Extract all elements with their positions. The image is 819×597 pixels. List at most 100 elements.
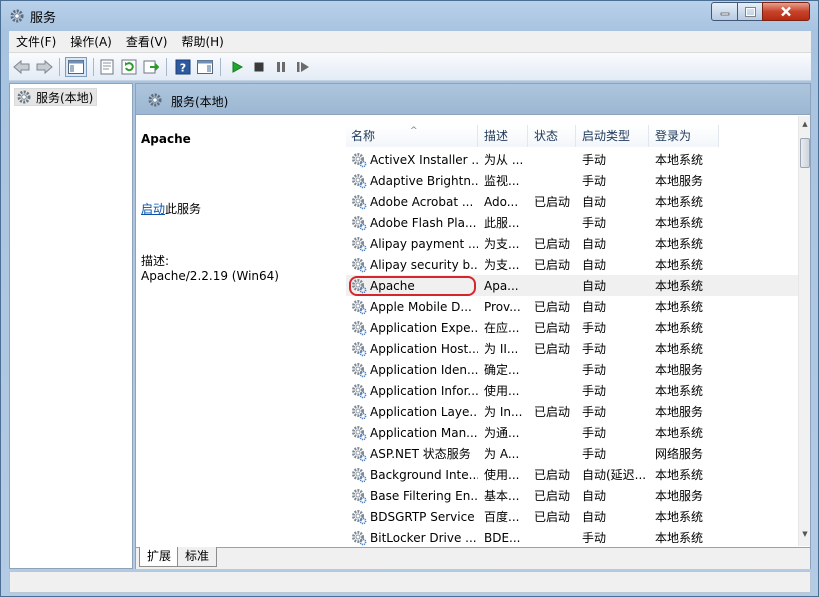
scroll-up-arrow-icon[interactable]: ▲ [799, 120, 810, 132]
service-status: 已启动 [534, 405, 571, 419]
maximize-button[interactable] [737, 2, 763, 21]
stop-service-icon [254, 62, 264, 72]
service-row[interactable]: Adobe Flash Pla... 此服... 手动 本地系统 [346, 212, 798, 233]
column-header-logon-as[interactable]: 登录为 [649, 125, 719, 147]
service-row[interactable]: BDSGRTP Service 百度... 已启动 自动 本地系统 [346, 506, 798, 527]
service-status: 已启动 [534, 300, 571, 314]
service-status: 已启动 [534, 258, 571, 272]
service-row[interactable]: ActiveX Installer ... 为从 ... 手动 本地系统 [346, 149, 798, 170]
scroll-down-arrow-icon[interactable]: ▼ [799, 530, 810, 542]
service-row[interactable]: Apache Apa... 自动 本地系统 [346, 275, 798, 296]
help-button[interactable]: ? [173, 57, 193, 77]
service-name: Application Expe... [370, 320, 478, 335]
service-row[interactable]: BitLocker Drive ... BDE... 手动 本地系统 [346, 527, 798, 546]
service-logon-as: 本地系统 [655, 342, 704, 356]
service-row[interactable]: Base Filtering En... 基本... 已启动 自动 本地服务 [346, 485, 798, 506]
service-gear-icon [352, 509, 367, 524]
show-hide-action-pane-button[interactable] [195, 57, 215, 77]
pane-title: 服务(本地) [171, 95, 229, 109]
service-row[interactable]: Application Host... 为 II... 已启动 手动 本地系统 [346, 338, 798, 359]
refresh-button[interactable] [119, 57, 139, 77]
service-row[interactable]: Application Man... 为通... 手动 本地系统 [346, 422, 798, 443]
service-gear-icon [352, 278, 367, 293]
column-header-description[interactable]: 描述 [478, 125, 528, 147]
service-name-cell: Adobe Acrobat ... [346, 194, 478, 210]
tree-node-services-local[interactable]: 服务(本地) [14, 88, 98, 106]
service-name-cell: Adaptive Brightn... [346, 173, 478, 189]
service-logon-as: 本地系统 [655, 384, 704, 398]
resume-service-button[interactable] [293, 57, 313, 77]
service-status: 已启动 [534, 342, 571, 356]
service-startup-type: 手动 [582, 384, 607, 398]
service-row[interactable]: Adaptive Brightn... 监视... 手动 本地服务 [346, 170, 798, 191]
service-logon-as: 本地系统 [655, 195, 704, 209]
service-description: 使用... [484, 468, 520, 482]
back-icon [13, 59, 30, 75]
title-bar[interactable]: 服务 [1, 1, 818, 31]
service-row[interactable]: ASP.NET 状态服务为 A... 手动 网络服务 [346, 443, 798, 464]
service-row[interactable]: Alipay payment ... 为支... 已启动 自动 本地系统 [346, 233, 798, 254]
service-description: 在应... [484, 321, 520, 335]
service-startup-type: 自动 [582, 510, 607, 524]
window-title: 服务 [30, 11, 57, 26]
service-startup-type: 手动 [582, 321, 607, 335]
tab-extended[interactable]: 扩展 [139, 547, 180, 567]
start-service-link[interactable]: 启动 [141, 202, 165, 216]
service-row[interactable]: Application Expe... 在应... 已启动 手动 本地系统 [346, 317, 798, 338]
scroll-thumb[interactable] [800, 138, 810, 168]
service-startup-type: 自动 [582, 258, 607, 272]
forward-button[interactable] [34, 57, 54, 77]
minimize-button[interactable] [711, 2, 738, 21]
view-tabs: 扩展 标准 [136, 547, 810, 569]
service-description: 百度... [484, 510, 520, 524]
menu-help[interactable]: 帮助(H) [174, 32, 230, 52]
column-header-startup-type[interactable]: 启动类型 [576, 125, 649, 147]
menu-view[interactable]: 查看(V) [119, 32, 175, 52]
service-startup-type: 自动 [582, 489, 607, 503]
service-logon-as: 本地系统 [655, 426, 704, 440]
export-list-button[interactable] [141, 57, 161, 77]
properties-button[interactable] [97, 57, 117, 77]
service-description: Prov... [484, 299, 521, 314]
close-button[interactable] [762, 2, 810, 21]
service-startup-type: 手动 [582, 342, 607, 356]
service-logon-as: 本地系统 [655, 300, 704, 314]
column-header-status[interactable]: 状态 [528, 125, 576, 147]
service-row[interactable]: Apple Mobile D... Prov... 已启动 自动 本地系统 [346, 296, 798, 317]
service-status: 已启动 [534, 321, 571, 335]
pause-service-button[interactable] [271, 57, 291, 77]
service-row[interactable]: Adobe Acrobat ... Ado... 已启动 自动 本地系统 [346, 191, 798, 212]
toolbar-separator [93, 58, 94, 76]
services-gear-icon [148, 93, 162, 107]
service-description: 为 II... [484, 342, 519, 356]
service-description: Ado... [484, 194, 519, 209]
menu-file[interactable]: 文件(F) [9, 32, 63, 52]
back-button[interactable] [12, 57, 32, 77]
service-description: 为通... [484, 426, 520, 440]
service-name-cell: Background Inte... [346, 467, 478, 483]
start-service-button[interactable] [227, 57, 247, 77]
list-header: ^ 名称 描述 状态 启动类型 登录为 [346, 125, 798, 147]
service-name-cell: ActiveX Installer ... [346, 152, 478, 168]
service-startup-type: 手动 [582, 216, 607, 230]
toolbar-separator [59, 58, 60, 76]
toolbar-separator [166, 58, 167, 76]
start-service-suffix: 此服务 [165, 202, 202, 216]
tab-standard[interactable]: 标准 [177, 547, 218, 567]
service-name: Application Laye... [370, 404, 478, 419]
service-row[interactable]: Application Iden... 确定... 手动 本地服务 [346, 359, 798, 380]
service-name-cell: BDSGRTP Service [346, 509, 478, 525]
service-row[interactable]: Application Infor... 使用... 手动 本地系统 [346, 380, 798, 401]
service-logon-as: 网络服务 [655, 447, 704, 461]
vertical-scrollbar[interactable]: ▲ ▼ [798, 116, 810, 546]
column-header-name[interactable]: ^ 名称 [346, 125, 478, 147]
service-row[interactable]: Application Laye... 为 In... 已启动 手动 本地服务 [346, 401, 798, 422]
stop-service-button[interactable] [249, 57, 269, 77]
service-row[interactable]: Background Inte... 使用... 已启动 自动(延迟... 本地系统 [346, 464, 798, 485]
service-row[interactable]: Alipay security b... 为支... 已启动 自动 本地系统 [346, 254, 798, 275]
service-logon-as: 本地系统 [655, 153, 704, 167]
show-hide-tree-button[interactable] [65, 57, 87, 77]
service-gear-icon [352, 362, 367, 377]
menu-action[interactable]: 操作(A) [63, 32, 119, 52]
service-description: 此服... [484, 216, 520, 230]
